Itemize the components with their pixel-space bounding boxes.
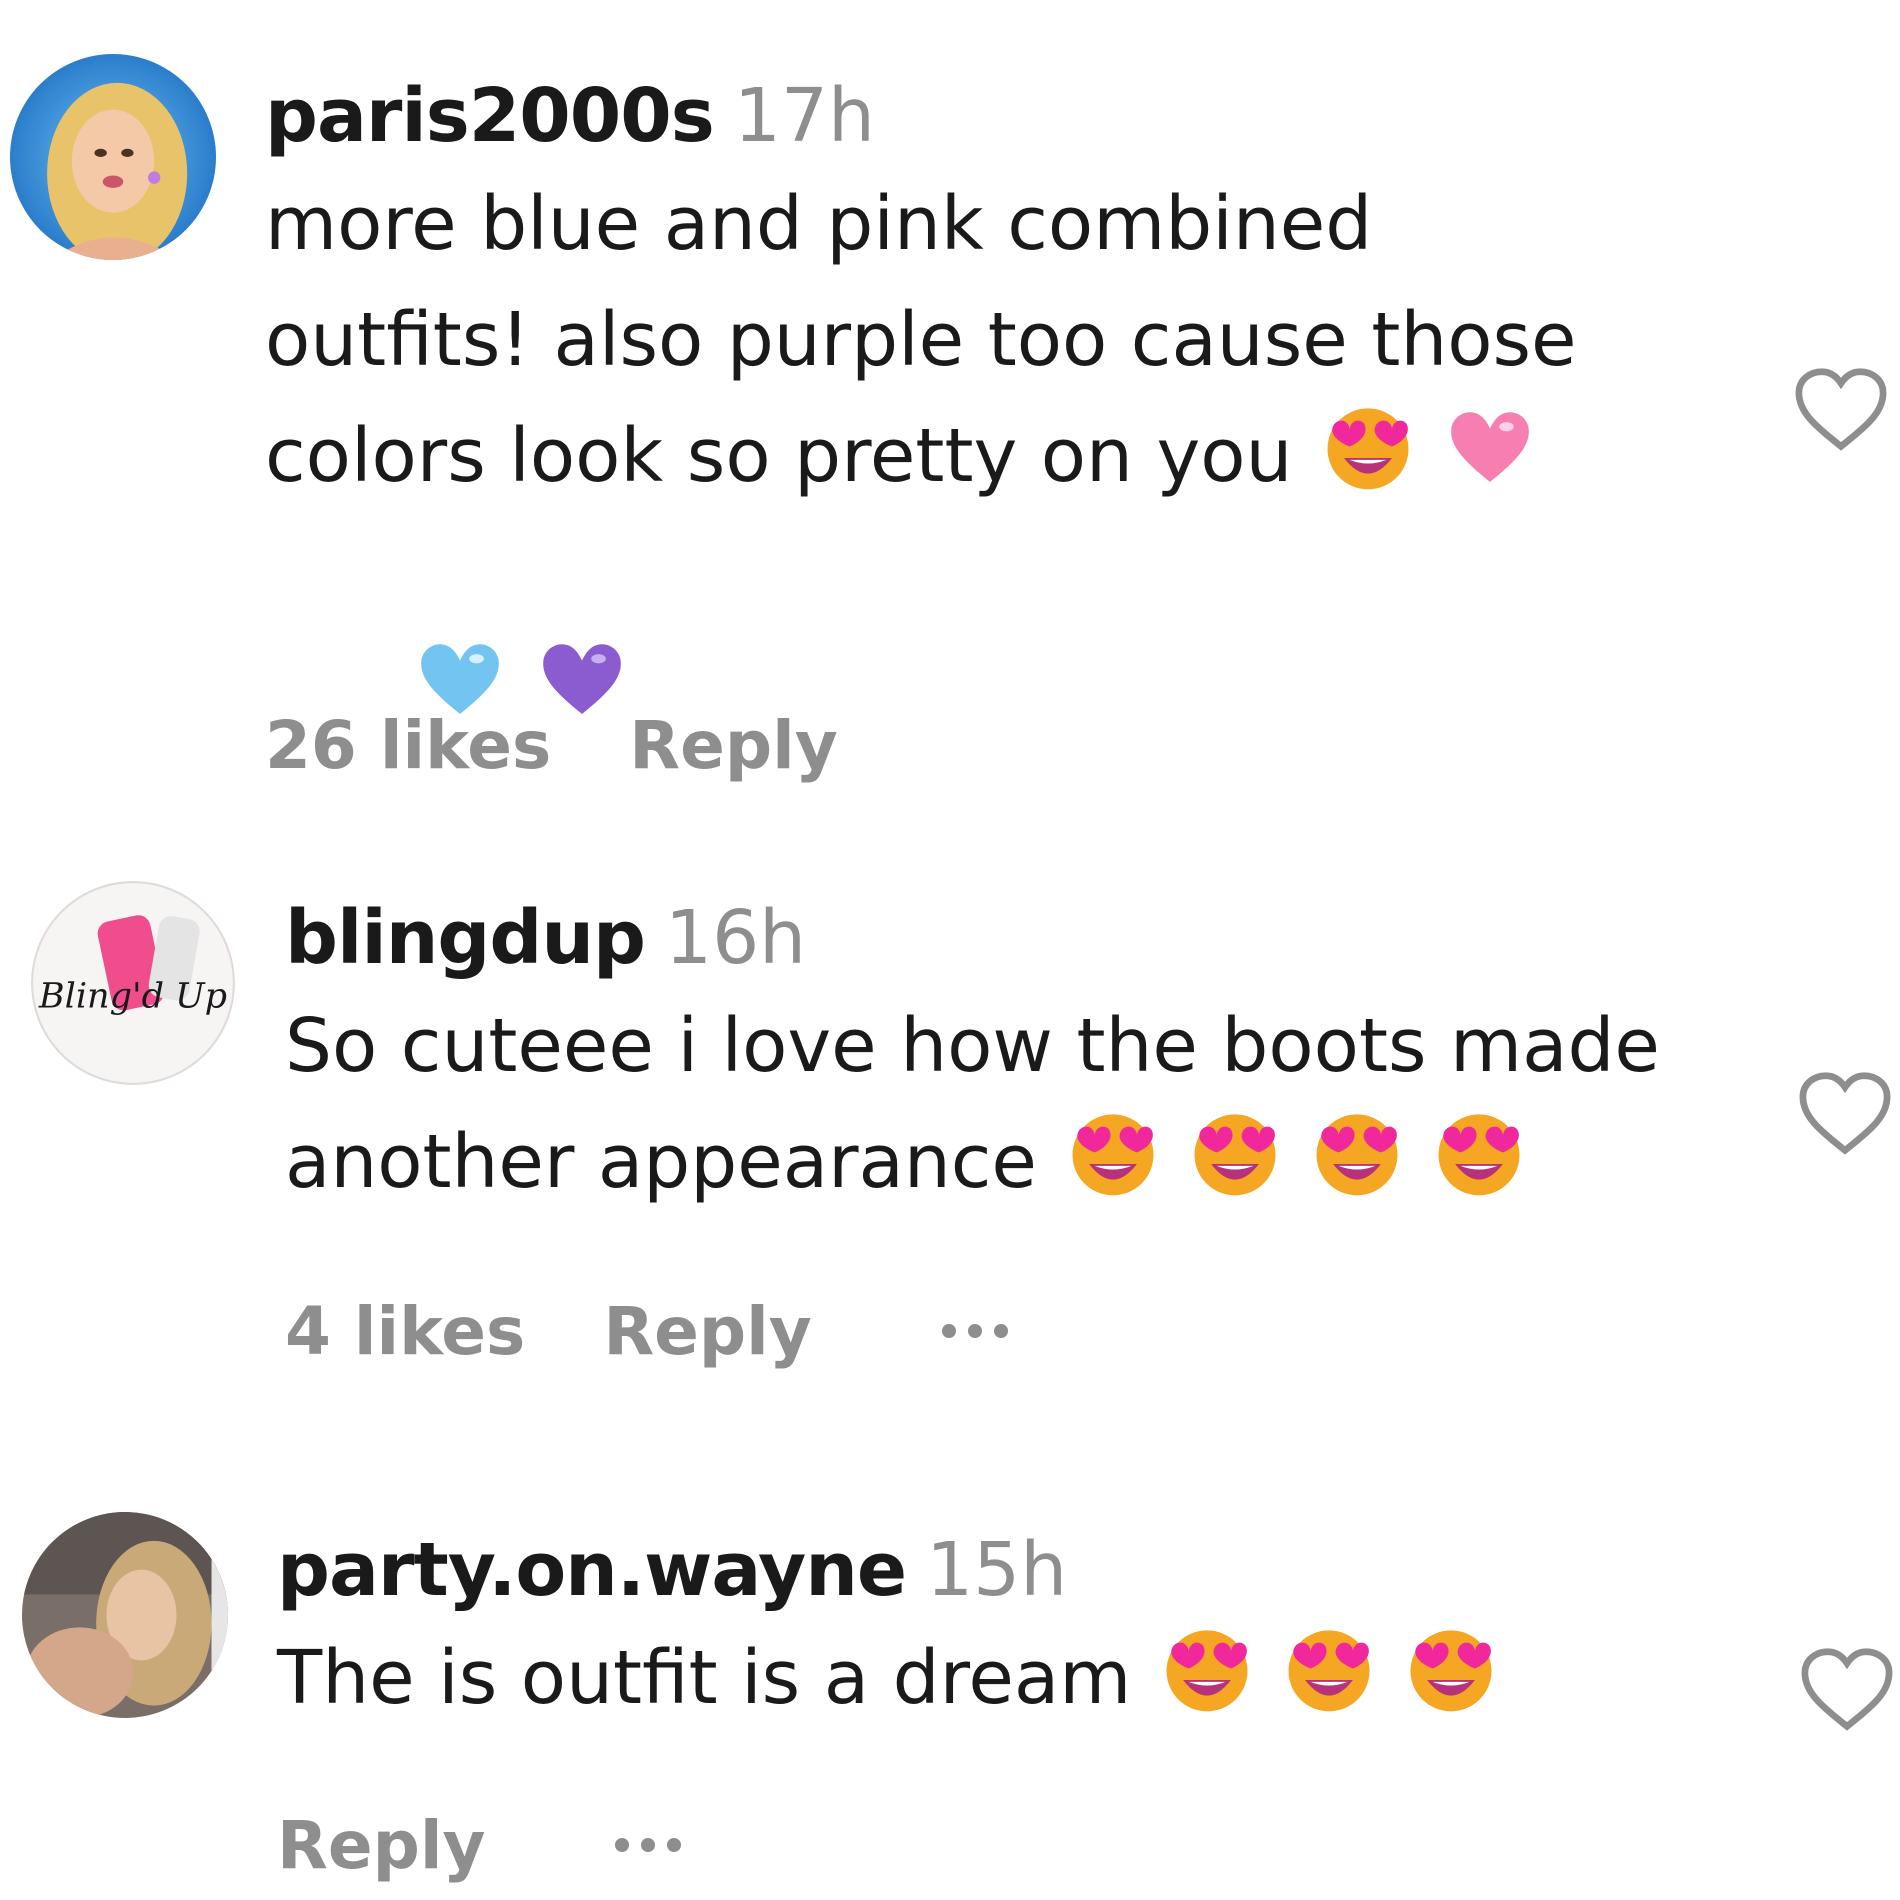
heart-eyes-emoji <box>1283 1623 1375 1715</box>
comment-username[interactable]: paris2000s <box>265 73 715 159</box>
pink-heart-emoji <box>1444 401 1536 493</box>
comment-username[interactable]: party.on.wayne <box>277 1527 907 1613</box>
heart-eyes-emoji <box>1311 1107 1403 1199</box>
comment-timestamp[interactable]: 17h <box>734 73 875 159</box>
heart-eyes-emoji <box>1067 1107 1159 1199</box>
comment-actions: 4 likes Reply <box>285 1286 1008 1376</box>
likes-count[interactable]: 26 likes <box>265 707 551 784</box>
comment-text: The is outfit is a dream <box>277 1635 1132 1721</box>
comment-timestamp[interactable]: 16h <box>665 895 806 981</box>
avatar-logo-text: Bling'd Up <box>38 976 227 1017</box>
comment-timestamp[interactable]: 15h <box>926 1527 1067 1613</box>
comment-actions: Reply <box>277 1800 682 1890</box>
heart-eyes-emoji <box>1433 1107 1525 1199</box>
more-options-icon[interactable] <box>615 1838 682 1852</box>
reply-button[interactable]: Reply <box>629 707 837 784</box>
reply-button[interactable]: Reply <box>603 1293 811 1370</box>
heart-eyes-emoji <box>1405 1623 1497 1715</box>
like-heart-icon[interactable] <box>1799 1646 1895 1734</box>
avatar-paris2000s[interactable] <box>10 54 216 260</box>
like-heart-icon[interactable] <box>1797 1070 1893 1158</box>
like-heart-icon[interactable] <box>1793 366 1889 454</box>
avatar-blingdup[interactable]: Bling'd Up <box>30 880 236 1086</box>
heart-eyes-emoji <box>1189 1107 1281 1199</box>
comment-actions: 26 likes Reply <box>265 700 838 790</box>
heart-eyes-emoji <box>1322 401 1414 493</box>
heart-eyes-emoji <box>1161 1623 1253 1715</box>
more-options-icon[interactable] <box>941 1324 1008 1338</box>
comment-username[interactable]: blingdup <box>285 895 646 981</box>
reply-button[interactable]: Reply <box>277 1807 485 1884</box>
avatar-party-on-wayne[interactable] <box>22 1512 228 1718</box>
likes-count[interactable]: 4 likes <box>285 1293 525 1370</box>
